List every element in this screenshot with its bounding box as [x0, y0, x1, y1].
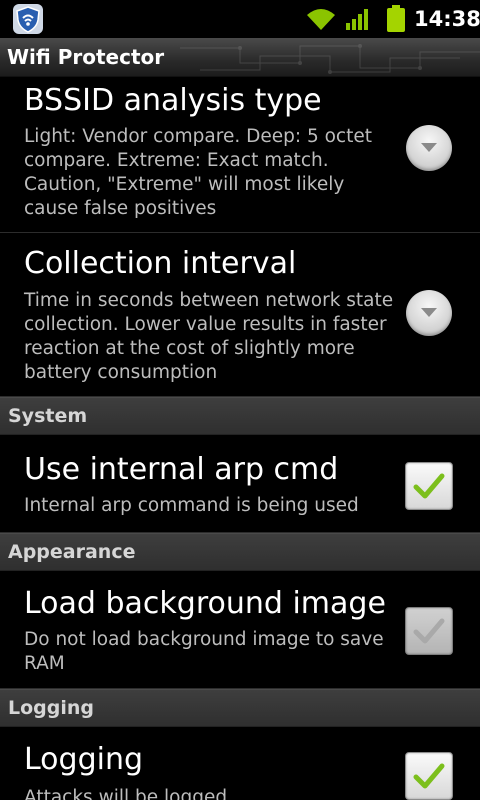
- category-label: System: [8, 405, 88, 427]
- pref-summary: Time in seconds between network state co…: [24, 290, 394, 383]
- category-label: Logging: [8, 697, 95, 719]
- pref-title: Load background image: [24, 586, 386, 621]
- pref-title: Use internal arp cmd: [24, 452, 339, 487]
- app-title: Wifi Protector: [7, 45, 165, 69]
- status-bar: 14:38: [0, 0, 480, 38]
- pref-summary: Attacks will be logged: [24, 787, 228, 800]
- preferences-list[interactable]: BSSID analysis type Light: Vendor compar…: [0, 77, 480, 800]
- pref-logging[interactable]: Logging Attacks will be logged: [0, 726, 480, 800]
- pref-use-internal-arp[interactable]: Use internal arp cmd Internal arp comman…: [0, 434, 480, 533]
- pref-title: Collection interval: [24, 246, 297, 281]
- dropdown-button[interactable]: [406, 125, 452, 171]
- signal-icon: [346, 9, 368, 30]
- app-shield-icon: [13, 4, 43, 34]
- category-system: System: [0, 397, 480, 435]
- pref-title: Logging: [24, 742, 144, 777]
- pref-title: BSSID analysis type: [24, 83, 322, 118]
- pref-summary: Internal arp command is being used: [24, 495, 359, 516]
- category-label: Appearance: [8, 541, 136, 563]
- chevron-down-icon: [421, 143, 437, 152]
- logging-checkbox[interactable]: [405, 752, 453, 800]
- checkmark-unchecked-icon: [413, 618, 445, 644]
- pref-load-background-image[interactable]: Load background image Do not load backgr…: [0, 570, 480, 689]
- category-appearance: Appearance: [0, 533, 480, 571]
- circuit-pattern-decoration: [180, 44, 480, 74]
- chevron-down-icon: [421, 308, 437, 317]
- checkmark-icon: [413, 763, 445, 789]
- dropdown-button[interactable]: [406, 290, 452, 336]
- category-logging: Logging: [0, 689, 480, 727]
- wifi-icon: [307, 9, 335, 30]
- background-image-checkbox[interactable]: [405, 607, 453, 655]
- app-title-bar: Wifi Protector: [0, 38, 480, 77]
- pref-summary: Do not load background image to save RAM: [24, 629, 384, 674]
- battery-charging-icon: [387, 5, 405, 32]
- checkmark-icon: [413, 473, 445, 499]
- arp-checkbox[interactable]: [405, 462, 453, 510]
- pref-bssid-analysis-type[interactable]: BSSID analysis type Light: Vendor compar…: [0, 77, 480, 233]
- pref-collection-interval[interactable]: Collection interval Time in seconds betw…: [0, 233, 480, 397]
- pref-summary: Light: Vendor compare. Deep: 5 octet com…: [24, 126, 372, 219]
- status-clock: 14:38: [414, 7, 480, 31]
